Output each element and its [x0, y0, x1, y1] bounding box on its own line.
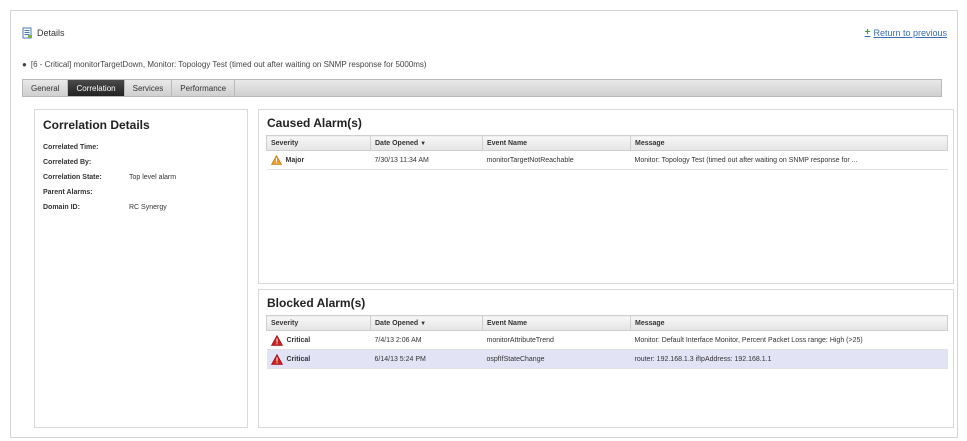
correlation-state-row: Correlation State: Top level alarm [43, 170, 247, 185]
field-label: Correlated Time: [43, 144, 99, 151]
table-header-row: Severity Date Opened ▼ Event Name Messag… [266, 315, 948, 331]
blocked-alarms-title: Blocked Alarm(s) [267, 296, 366, 310]
column-header-message[interactable]: Message [630, 315, 948, 331]
event-cell: monitorTargetNotReachable [482, 150, 631, 170]
severity: Critical [270, 334, 367, 346]
field-label: Domain ID: [43, 204, 80, 211]
event-cell: ospfIfStateChange [482, 349, 631, 369]
tab-services[interactable]: Services [125, 80, 173, 96]
correlation-details-panel: Correlation Details Correlated Time: Cor… [34, 109, 248, 428]
alarm-summary-text: [6 - Critical] monitorTargetDown, Monito… [30, 60, 427, 69]
event-cell: monitorAttributeTrend [482, 330, 631, 350]
domain-id-row: Domain ID: RC Synergy [43, 200, 247, 215]
sort-desc-icon: ▼ [420, 140, 427, 147]
field-label: Parent Alarms: [43, 189, 93, 196]
severity-cell: Major [266, 150, 371, 170]
date-cell: 6/14/13 5:24 PM [370, 349, 483, 369]
field-label: Correlation State: [43, 174, 102, 181]
correlation-details-list: Correlated Time: Correlated By: Correlat… [43, 140, 247, 215]
sort-desc-icon: ▼ [420, 320, 427, 327]
tab-general[interactable]: General [23, 80, 69, 96]
severity: Critical [270, 353, 367, 365]
return-link-label: Return to previous [873, 27, 947, 38]
column-label: Date Opened [375, 139, 419, 147]
column-header-severity[interactable]: Severity [266, 135, 371, 151]
critical-alert-icon [270, 334, 283, 346]
table-row[interactable]: Critical 7/4/13 2:06 AM monitorAttribute… [266, 330, 948, 350]
date-cell: 7/4/13 2:06 AM [370, 330, 483, 350]
critical-alert-icon [270, 353, 283, 365]
table-header-row: Severity Date Opened ▼ Event Name Messag… [266, 135, 948, 151]
bullet-icon: ● [22, 60, 27, 69]
page-title: Details [37, 28, 65, 38]
return-to-previous-link[interactable]: + Return to previous [865, 27, 947, 38]
column-header-message[interactable]: Message [630, 135, 948, 151]
blocked-alarms-table: Severity Date Opened ▼ Event Name Messag… [266, 315, 948, 369]
column-header-date-opened[interactable]: Date Opened ▼ [370, 135, 483, 151]
tab-correlation[interactable]: Correlation [68, 80, 125, 96]
caused-alarms-panel: Caused Alarm(s) Severity Date Opened ▼ E… [258, 109, 954, 284]
message-cell: router: 192.168.1.3 ifIpAddress: 192.168… [630, 349, 948, 369]
details-header: Details [22, 26, 65, 40]
tab-performance[interactable]: Performance [172, 80, 236, 96]
message-cell: Monitor: Default Interface Monitor, Perc… [630, 330, 948, 350]
severity-cell: Critical [266, 330, 371, 350]
severity-label: Major [285, 156, 305, 164]
blocked-alarms-panel: Blocked Alarm(s) Severity Date Opened ▼ … [258, 289, 954, 428]
correlation-details-title: Correlation Details [43, 118, 150, 132]
column-header-date-opened[interactable]: Date Opened ▼ [370, 315, 483, 331]
alarm-summary: ● [6 - Critical] monitorTargetDown, Moni… [22, 60, 427, 69]
field-value: RC Synergy [129, 204, 167, 211]
correlated-by-row: Correlated By: [43, 155, 247, 170]
column-label: Date Opened [375, 319, 419, 327]
field-label: Correlated By: [43, 159, 92, 166]
tab-bar: General Correlation Services Performance [22, 79, 942, 97]
table-row-selected[interactable]: Critical 6/14/13 5:24 PM ospfIfStateChan… [266, 349, 948, 369]
caused-alarms-table: Severity Date Opened ▼ Event Name Messag… [266, 135, 948, 170]
message-cell: Monitor: Topology Test (timed out after … [630, 150, 948, 170]
parent-alarms-row: Parent Alarms: [43, 185, 247, 200]
severity: Major [270, 155, 367, 165]
severity-label: Critical [286, 355, 311, 363]
table-row[interactable]: Major 7/30/13 11:34 AM monitorTargetNotR… [266, 150, 948, 170]
field-value: Top level alarm [129, 174, 177, 181]
column-header-severity[interactable]: Severity [266, 315, 371, 331]
add-icon: + [864, 27, 871, 38]
column-header-event-name[interactable]: Event Name [482, 315, 631, 331]
details-icon [22, 27, 32, 39]
severity-label: Critical [286, 336, 311, 344]
caused-alarms-title: Caused Alarm(s) [267, 116, 362, 130]
correlated-time-row: Correlated Time: [43, 140, 247, 155]
severity-cell: Critical [266, 349, 371, 369]
major-warning-icon [270, 155, 282, 165]
date-cell: 7/30/13 11:34 AM [370, 150, 483, 170]
column-header-event-name[interactable]: Event Name [482, 135, 631, 151]
